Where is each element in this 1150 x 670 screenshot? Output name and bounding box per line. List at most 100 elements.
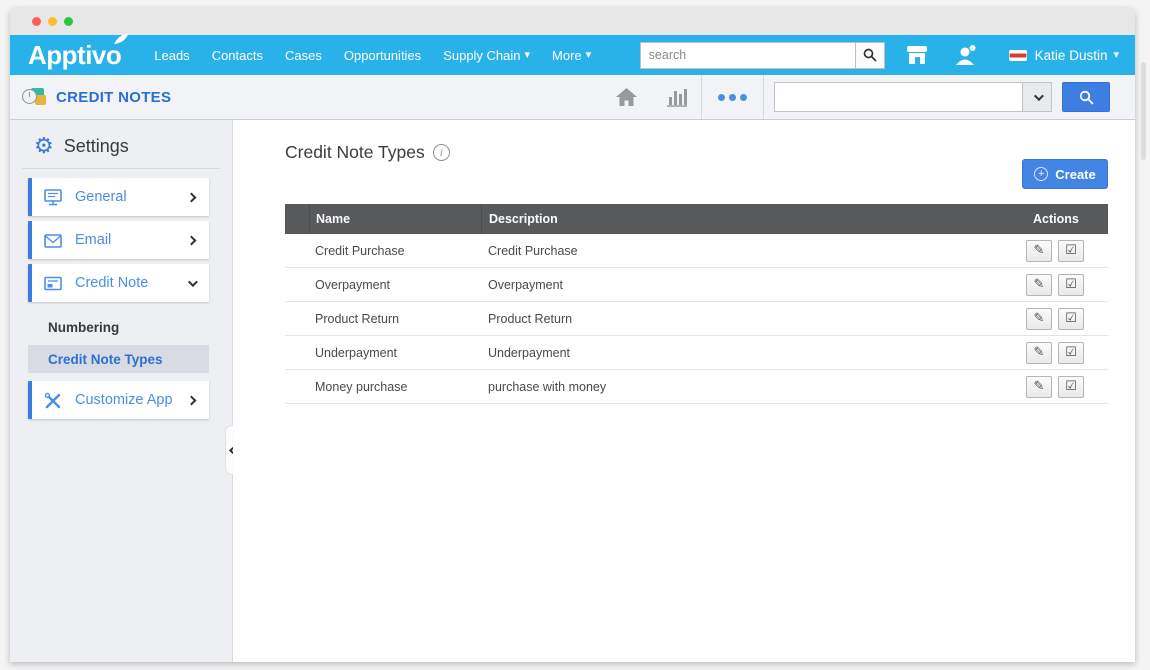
nav-item-opportunities[interactable]: Opportunities [333, 48, 432, 63]
selected-item-label: Credit Note Types [48, 352, 163, 367]
sidebar-item-email[interactable]: Email [28, 221, 209, 259]
chevron-down-icon [188, 277, 198, 287]
edit-icon: ✎ [1034, 311, 1045, 326]
gear-icon: ⚙ [34, 135, 54, 157]
tasks-button[interactable]: ☑ [1058, 376, 1084, 398]
page-scrollbar[interactable] [1141, 62, 1146, 160]
nav-item-leads[interactable]: Leads [143, 48, 200, 63]
more-options-button[interactable] [702, 94, 763, 101]
home-button[interactable] [602, 86, 651, 108]
edit-button[interactable]: ✎ [1026, 240, 1052, 262]
edit-icon: ✎ [1034, 277, 1045, 292]
info-icon[interactable]: i [433, 144, 450, 161]
sidebar-item-label: General [75, 189, 127, 205]
global-search-button[interactable] [855, 42, 885, 69]
home-icon [614, 86, 639, 108]
nav-item-supply-chain[interactable]: Supply Chain▾ [432, 48, 541, 63]
table-row: Credit Purchase Credit Purchase ✎ ☑ [285, 234, 1108, 268]
cell-name: Credit Purchase [309, 244, 481, 258]
cell-name: Product Return [309, 312, 481, 326]
checkbox-check-icon: ☑ [1065, 379, 1077, 394]
tasks-button[interactable]: ☑ [1058, 274, 1084, 296]
app-search-button[interactable] [1062, 82, 1110, 112]
credit-note-types-table: Name Description Actions Credit Purchase… [285, 204, 1108, 404]
close-window-button[interactable] [32, 17, 41, 26]
search-criteria-group [774, 82, 1052, 112]
cell-name: Underpayment [309, 346, 481, 360]
nav-item-more[interactable]: More▾ [541, 48, 602, 63]
ellipsis-icon [718, 94, 725, 101]
cell-description: Overpayment [481, 278, 1018, 292]
credit-notes-app-icon [22, 86, 48, 108]
sidebar-item-customize-app[interactable]: Customize App [28, 381, 209, 419]
table-row: Product Return Product Return ✎ ☑ [285, 302, 1108, 336]
sidebar-item-credit-note-types[interactable]: Credit Note Types [28, 345, 209, 373]
edit-button[interactable]: ✎ [1026, 342, 1052, 364]
reports-button[interactable] [651, 85, 701, 109]
chevron-right-icon [187, 235, 197, 245]
user-name: Katie Dustin [1035, 48, 1108, 63]
app-toolbar [602, 75, 1110, 119]
settings-label: Settings [64, 136, 129, 157]
user-status-button[interactable] [953, 43, 979, 67]
window-titlebar [10, 8, 1135, 35]
cell-description: Product Return [481, 312, 1018, 326]
sidebar-divider [22, 168, 220, 169]
checkbox-check-icon: ☑ [1065, 345, 1077, 360]
cell-description: Underpayment [481, 346, 1018, 360]
checkbox-check-icon: ☑ [1065, 311, 1077, 326]
flag-icon [1009, 50, 1027, 61]
plus-icon: + [1034, 167, 1048, 181]
app-title: CREDIT NOTES [56, 89, 171, 106]
user-menu[interactable]: Katie Dustin ▾ [1035, 48, 1119, 63]
nav-item-contacts[interactable]: Contacts [201, 48, 274, 63]
tasks-button[interactable]: ☑ [1058, 240, 1084, 262]
edit-button[interactable]: ✎ [1026, 308, 1052, 330]
edit-icon: ✎ [1034, 379, 1045, 394]
tasks-button[interactable]: ☑ [1058, 342, 1084, 364]
main-menu: Leads Contacts Cases Opportunities Suppl… [143, 48, 602, 63]
main-content: Credit Note Types i + Create Name Descri… [233, 120, 1135, 662]
table-row: Underpayment Underpayment ✎ ☑ [285, 336, 1108, 370]
app-window: Apptivo Leads Contacts Cases Opportuniti… [10, 8, 1135, 662]
nav-item-cases[interactable]: Cases [274, 48, 333, 63]
chevron-right-icon [187, 395, 197, 405]
global-search-input[interactable] [640, 42, 855, 69]
toolbar-divider [763, 75, 764, 119]
monitor-icon [44, 189, 62, 206]
search-icon [1078, 89, 1095, 106]
caret-down-icon: ▾ [525, 50, 531, 61]
store-icon [905, 44, 929, 66]
minimize-window-button[interactable] [48, 17, 57, 26]
caret-down-icon: ▾ [1113, 50, 1119, 61]
column-header-name: Name [309, 204, 481, 234]
table-row: Overpayment Overpayment ✎ ☑ [285, 268, 1108, 302]
tools-icon [44, 392, 62, 409]
search-criteria-input[interactable] [774, 82, 1022, 112]
checkbox-check-icon: ☑ [1065, 277, 1077, 292]
checkbox-check-icon: ☑ [1065, 243, 1077, 258]
edit-icon: ✎ [1034, 243, 1045, 258]
create-button[interactable]: + Create [1022, 159, 1108, 189]
sidebar-item-label: Email [75, 232, 111, 248]
chevron-down-icon [1033, 91, 1043, 101]
top-nav-right: Katie Dustin ▾ [640, 35, 1119, 75]
edit-button[interactable]: ✎ [1026, 376, 1052, 398]
cell-name: Money purchase [309, 380, 481, 394]
edit-button[interactable]: ✎ [1026, 274, 1052, 296]
logo-text: Apptivo [28, 40, 121, 70]
cell-description: purchase with money [481, 380, 1018, 394]
app-header-bar: CREDIT NOTES [10, 75, 1135, 120]
app-store-button[interactable] [905, 44, 929, 66]
cell-description: Credit Purchase [481, 244, 1018, 258]
apptivo-logo[interactable]: Apptivo [28, 42, 127, 68]
maximize-window-button[interactable] [64, 17, 73, 26]
sidebar-item-credit-note[interactable]: Credit Note [28, 264, 209, 302]
credit-note-icon [44, 276, 62, 291]
sidebar-item-general[interactable]: General [28, 178, 209, 216]
search-criteria-dropdown-button[interactable] [1022, 82, 1052, 112]
column-header-description: Description [481, 204, 1018, 234]
column-header-actions: Actions [1018, 204, 1108, 234]
cell-name: Overpayment [309, 278, 481, 292]
tasks-button[interactable]: ☑ [1058, 308, 1084, 330]
